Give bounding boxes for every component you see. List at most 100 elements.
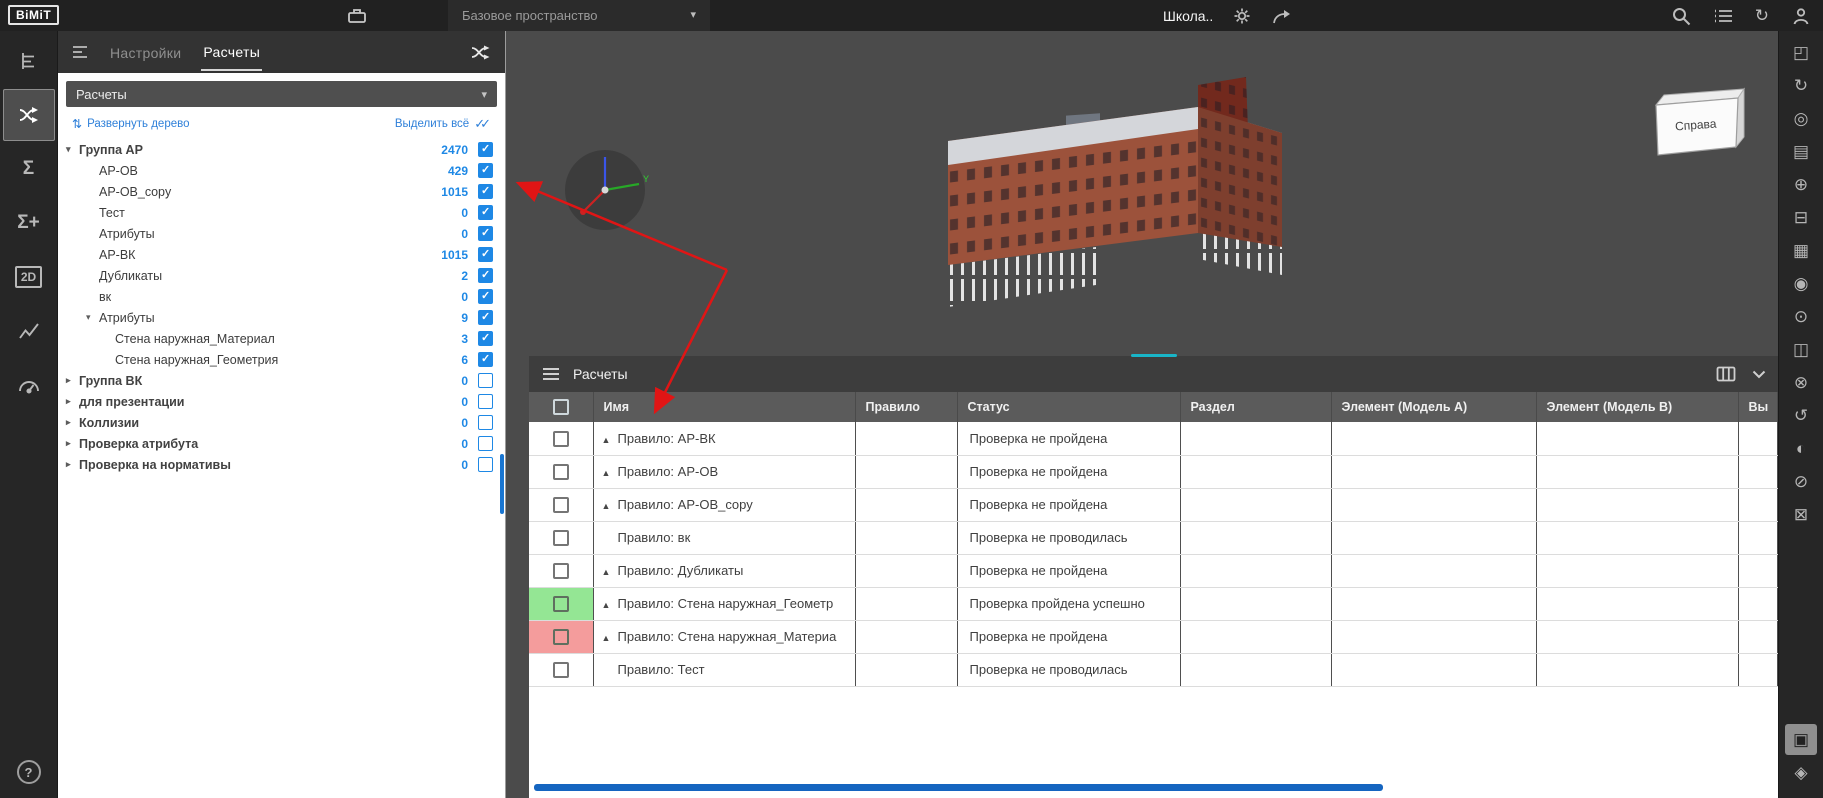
tree-item[interactable]: Коллизии 0 — [58, 412, 505, 433]
table-row[interactable]: ▲Правило: АР-ВК Проверка не пройдена — [529, 422, 1778, 455]
row-checkbox[interactable] — [553, 596, 569, 612]
tree-item[interactable]: Проверка на нормативы 0 — [58, 454, 505, 475]
collapse-row-icon[interactable]: ▲ — [602, 600, 618, 610]
collapse-row-icon[interactable]: ▲ — [602, 501, 618, 511]
axis-gizmo[interactable]: Y — [560, 145, 650, 235]
hide-icon[interactable]: ⊘ — [1785, 466, 1817, 497]
collapse-row-icon[interactable]: ▲ — [602, 435, 618, 445]
magnet-icon[interactable]: ⊕ — [1785, 169, 1817, 200]
tree-item[interactable]: Атрибуты 9 — [58, 307, 505, 328]
row-checkbox[interactable] — [553, 662, 569, 678]
tree-caret-icon[interactable] — [66, 417, 79, 428]
hamburger-icon[interactable] — [541, 366, 561, 382]
building-model[interactable] — [946, 69, 1316, 339]
col-rule[interactable]: Правило — [855, 392, 957, 422]
orbit-icon[interactable]: ↻ — [1785, 70, 1817, 101]
share-icon[interactable] — [1271, 7, 1291, 25]
row-checkbox[interactable] — [553, 497, 569, 513]
tree-item-checkbox[interactable] — [478, 331, 493, 346]
collapse-row-icon[interactable]: ▲ — [602, 633, 618, 643]
compass-icon[interactable]: ◈ — [1785, 757, 1817, 788]
collapse-tree-icon[interactable] — [70, 43, 90, 61]
workspace-dropdown[interactable]: Базовое пространство ▾ — [448, 0, 710, 31]
table-row[interactable]: ▲Правило: вк Проверка не проводилась — [529, 521, 1778, 554]
tree-item-checkbox[interactable] — [478, 268, 493, 283]
tree-item[interactable]: Дубликаты 2 — [58, 265, 505, 286]
tree-item-checkbox[interactable] — [478, 163, 493, 178]
tree-item[interactable]: Тест 0 — [58, 202, 505, 223]
columns-icon[interactable] — [1716, 366, 1736, 382]
tree-item[interactable]: Стена наружная_Материал 3 — [58, 328, 505, 349]
tree-item[interactable]: Атрибуты 0 — [58, 223, 505, 244]
col-element-b[interactable]: Элемент (Модель В) — [1536, 392, 1738, 422]
tree-caret-icon[interactable] — [66, 396, 79, 407]
tree-item-checkbox[interactable] — [478, 373, 493, 388]
navigation-cube[interactable]: Справа — [1638, 83, 1750, 168]
sum-plus-icon[interactable]: Σ+ — [3, 197, 55, 249]
tab-settings[interactable]: Настройки — [108, 34, 183, 70]
row-checkbox[interactable] — [553, 431, 569, 447]
row-checkbox[interactable] — [553, 563, 569, 579]
table-row[interactable]: ▲Правило: Дубликаты Проверка не пройдена — [529, 554, 1778, 587]
tree-item-checkbox[interactable] — [478, 352, 493, 367]
table-row[interactable]: ▲Правило: Стена наружная_Материа Проверк… — [529, 620, 1778, 653]
show-icon[interactable]: ◐ — [1785, 433, 1817, 464]
tree-item-checkbox[interactable] — [478, 247, 493, 262]
tree-item[interactable]: Группа АР 2470 — [58, 139, 505, 160]
col-element-a[interactable]: Элемент (Модель А) — [1331, 392, 1536, 422]
screenshot-icon[interactable]: ◰ — [1785, 37, 1817, 68]
tree-caret-icon[interactable] — [66, 144, 79, 155]
collapse-row-icon[interactable]: ▲ — [602, 468, 618, 478]
table-row[interactable]: ▲Правило: Стена наружная_Геометр Проверк… — [529, 587, 1778, 620]
expand-tree-link[interactable]: ⇅ Развернуть дерево — [72, 117, 190, 131]
tree-caret-icon[interactable] — [66, 438, 79, 449]
shuffle-icon[interactable] — [469, 42, 493, 62]
row-checkbox[interactable] — [553, 464, 569, 480]
clip-icon[interactable]: ⊟ — [1785, 202, 1817, 233]
tree-item-checkbox[interactable] — [478, 226, 493, 241]
3d-viewport[interactable]: Y — [506, 31, 1778, 798]
select-all-checkbox-header[interactable] — [529, 392, 593, 422]
tree-item-checkbox[interactable] — [478, 205, 493, 220]
chart-icon[interactable] — [3, 305, 55, 357]
tree-item-checkbox[interactable] — [478, 310, 493, 325]
gear-icon[interactable] — [1233, 7, 1251, 25]
tree-item[interactable]: АР-ОВ 429 — [58, 160, 505, 181]
tree-item[interactable]: АР-ОВ_copy 1015 — [58, 181, 505, 202]
tree-item-checkbox[interactable] — [478, 415, 493, 430]
grid-icon[interactable]: ▦ — [1785, 235, 1817, 266]
tree-item[interactable]: АР-ВК 1015 — [58, 244, 505, 265]
row-checkbox[interactable] — [553, 530, 569, 546]
tree-item[interactable]: вк 0 — [58, 286, 505, 307]
rotate-icon[interactable]: ↺ — [1785, 400, 1817, 431]
table-row[interactable]: ▲Правило: АР-ОВ Проверка не пройдена — [529, 455, 1778, 488]
tree-item[interactable]: для презентации 0 — [58, 391, 505, 412]
panel-resize-handle[interactable] — [1131, 354, 1177, 357]
col-section[interactable]: Раздел — [1180, 392, 1331, 422]
sync-icon[interactable]: ↻ — [1755, 7, 1769, 24]
header-checkbox[interactable] — [553, 399, 569, 415]
col-status[interactable]: Статус — [957, 392, 1180, 422]
sum-icon[interactable]: Σ — [3, 143, 55, 195]
tree-item[interactable]: Группа ВК 0 — [58, 370, 505, 391]
2d-view-icon[interactable]: 2D — [3, 251, 55, 303]
tree-item-checkbox[interactable] — [478, 289, 493, 304]
col-output[interactable]: Вы — [1738, 392, 1778, 422]
col-name[interactable]: Имя — [593, 392, 855, 422]
user-icon[interactable] — [1791, 6, 1811, 26]
menu-list-icon[interactable] — [1713, 8, 1733, 24]
paint-tool-icon[interactable]: ▣ — [1785, 724, 1817, 755]
select-all-link[interactable]: Выделить всё ✓✓ — [395, 116, 491, 132]
layers-icon[interactable]: ▤ — [1785, 136, 1817, 167]
app-logo[interactable]: BiMiT — [8, 5, 59, 25]
tree-item-checkbox[interactable] — [478, 142, 493, 157]
pin-icon[interactable]: ⊙ — [1785, 301, 1817, 332]
gauge-icon[interactable] — [3, 359, 55, 411]
tree-item[interactable]: Стена наружная_Геометрия 6 — [58, 349, 505, 370]
briefcase-icon[interactable] — [345, 4, 369, 28]
collapse-row-icon[interactable]: ▲ — [602, 567, 618, 577]
table-row[interactable]: ▲Правило: АР-ОВ_copy Проверка не пройден… — [529, 488, 1778, 521]
section-icon[interactable]: ◫ — [1785, 334, 1817, 365]
collapse-panel-icon[interactable] — [1752, 370, 1766, 379]
calculations-section-header[interactable]: Расчеты ▾ — [66, 81, 497, 107]
